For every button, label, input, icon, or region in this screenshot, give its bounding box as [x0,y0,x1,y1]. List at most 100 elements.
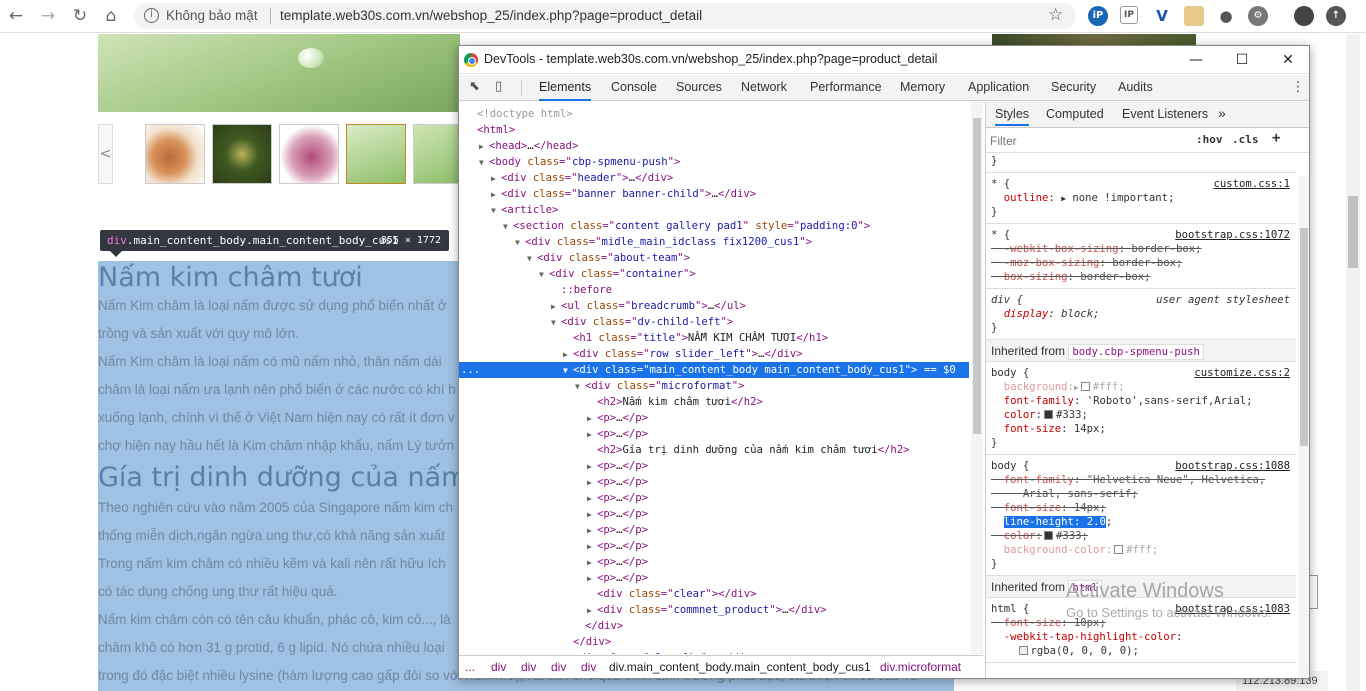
dom-node[interactable]: ▼ <article> [459,202,969,218]
dom-node[interactable]: <!doctype html> [459,106,969,122]
inherited-selector[interactable]: body.cbp-spmenu-push [1068,344,1204,360]
dom-node[interactable]: ▶ <div class="banner banner-child">…</div… [459,186,969,202]
breadcrumb-item[interactable]: div [581,660,596,674]
dom-node[interactable]: ▶ <div class="commnet_product">…</div> [459,602,969,618]
dom-node[interactable]: ::before [459,282,969,298]
dom-node[interactable]: ▶ <p>…</p> [459,410,969,426]
collapse-arrow-icon[interactable]: ▼ [527,251,537,267]
ext-ip-box-icon[interactable]: IP [1120,6,1138,24]
breadcrumb-item[interactable]: div [521,660,536,674]
tab-sources[interactable]: Sources [676,75,722,101]
tab-application[interactable]: Application [968,75,1029,101]
minimize-icon[interactable]: — [1185,49,1207,71]
tab-security[interactable]: Security [1051,75,1096,101]
expand-arrow-icon[interactable]: ▶ [563,651,573,654]
expand-arrow-icon[interactable]: ▶ [491,187,501,203]
tab-event-listeners[interactable]: Event Listeners [1122,107,1208,121]
collapse-arrow-icon[interactable]: ▼ [539,267,549,283]
expand-arrow-icon[interactable]: ▶ [587,411,597,427]
dom-node[interactable]: ▼ <div class="dv-child-left"> [459,314,969,330]
ext-face-icon[interactable] [1184,6,1204,26]
expand-arrow-icon[interactable]: ▶ [587,571,597,587]
breadcrumb-item[interactable]: div.main_content_body.main_content_body_… [609,660,871,674]
elements-tree[interactable]: <!doctype html> <html> ▶ <head>…</head> ▼ <bo… [459,102,969,654]
expand-arrow-icon[interactable]: ▶ [587,507,597,523]
maximize-icon[interactable]: ☐ [1231,49,1253,71]
expand-arrow-icon[interactable]: ▶ [587,491,597,507]
dom-node[interactable]: ▶ <p>…</p> [459,458,969,474]
dom-node[interactable]: <html> [459,122,969,138]
collapse-arrow-icon[interactable]: ▼ [551,315,561,331]
expand-arrow-icon[interactable]: ▶ [587,475,597,491]
dom-node[interactable]: ▶ <p>…</p> [459,474,969,490]
expand-arrow-icon[interactable]: ▶ [563,347,573,363]
url-text[interactable]: template.web30s.com.vn/webshop_25/index.… [280,8,702,23]
dom-node[interactable]: ▼ <div class="container"> [459,266,969,282]
slider-prev-button[interactable]: < [98,124,113,184]
thumbnail-aloe[interactable] [346,124,406,184]
expand-arrow-icon[interactable]: ▶ [587,603,597,619]
tab-styles[interactable]: Styles [995,107,1030,126]
dom-node[interactable]: <h1 class="title">NẤM KIM CHÂM TƯƠI</h1> [459,330,969,346]
breadcrumb-item[interactable]: div [551,660,566,674]
tab-computed[interactable]: Computed [1046,107,1104,121]
hover-state-toggle[interactable]: :hov [1196,133,1223,146]
dom-node[interactable]: ▶ <p>…</p> [459,522,969,538]
expand-arrow-icon[interactable]: ▶ [587,523,597,539]
dom-node[interactable]: ▼ <div class="about-team"> [459,250,969,266]
more-tabs-icon[interactable]: » [1218,105,1226,121]
security-label[interactable]: Không bảo mật [166,8,258,23]
dom-node-selected[interactable]: ▼ <div class="main_content_body main_cont… [459,362,969,378]
location-pin-icon[interactable]: ● [1216,6,1236,26]
collapse-arrow-icon[interactable]: ▼ [515,235,525,251]
new-rule-plus-icon[interactable]: + [1272,130,1280,146]
update-arrow-icon[interactable]: ↑ [1326,6,1346,26]
ext-v-icon[interactable]: V [1152,6,1172,26]
page-scrollbar-thumb[interactable] [1348,196,1358,268]
expand-arrow-icon[interactable]: ▶ [587,427,597,443]
bookmark-star-icon[interactable]: ☆ [1048,5,1063,25]
profile-avatar-icon[interactable] [1294,6,1314,26]
dom-node[interactable]: ▶ <p>…</p> [459,570,969,586]
dom-node[interactable]: ▶<div class="clearfix">…</div> [459,650,969,654]
tab-network[interactable]: Network [741,75,787,101]
breadcrumb-item[interactable]: div [491,660,506,674]
rule-source-link[interactable]: bootstrap.css:1088 [1175,459,1290,473]
dom-node[interactable]: ▶ <div class="header">…</div> [459,170,969,186]
rule-source-link[interactable]: custom.css:1 [1213,177,1290,191]
dom-node[interactable]: ▶ <p>…</p> [459,506,969,522]
node-actions-ellipsis[interactable]: ... [461,362,480,378]
ext-ip-icon[interactable]: iP [1088,6,1108,26]
rule-source-link[interactable]: customize.css:2 [1194,366,1290,380]
class-toggle[interactable]: .cls [1232,133,1259,146]
address-bar[interactable]: i Không bảo mật template.web30s.com.vn/w… [134,3,1076,29]
elements-scrollbar-thumb[interactable] [973,118,981,434]
forward-arrow-icon[interactable]: → [36,5,60,27]
expand-arrow-icon[interactable]: ▶ [491,171,501,187]
tab-elements[interactable]: Elements [539,75,592,101]
styles-filter-input[interactable] [990,132,1186,150]
collapse-arrow-icon[interactable]: ▼ [563,363,573,379]
dom-node[interactable]: ▶ <p>…</p> [459,490,969,506]
dom-node[interactable]: ▶ <p>…</p> [459,554,969,570]
thumbnail-avocado[interactable] [212,124,272,184]
dom-node[interactable]: ▶ <ul class="breadcrumb">…</ul> [459,298,969,314]
dom-node[interactable]: ▶ <p>…</p> [459,426,969,442]
dom-node[interactable]: </div> [459,634,969,650]
dom-node[interactable]: <div class="clear"></div> [459,586,969,602]
breadcrumb-item[interactable]: div.microformat [880,660,961,674]
thumbnail-aloe-2[interactable] [413,124,460,184]
styles-scrollbar-thumb[interactable] [1300,228,1308,446]
tab-memory[interactable]: Memory [900,75,945,101]
dom-node[interactable]: ▼ <div class="microformat"> [459,378,969,394]
dom-node[interactable]: ▼ <div class="midle_main_idclass fix1200_… [459,234,969,250]
home-icon[interactable]: ⌂ [99,5,123,27]
page-scrollbar[interactable] [1346,34,1360,691]
dom-node[interactable]: ▼ <body class="cbp-spmenu-push"> [459,154,969,170]
expand-arrow-icon[interactable]: ▶ [551,299,561,315]
info-icon[interactable]: i [144,8,159,23]
expand-arrow-icon[interactable]: ▶ [587,539,597,555]
dom-node[interactable]: ▶ <head>…</head> [459,138,969,154]
collapse-arrow-icon[interactable]: ▼ [575,379,585,395]
dom-node[interactable]: ▶ <div class="row slider_left">…</div> [459,346,969,362]
